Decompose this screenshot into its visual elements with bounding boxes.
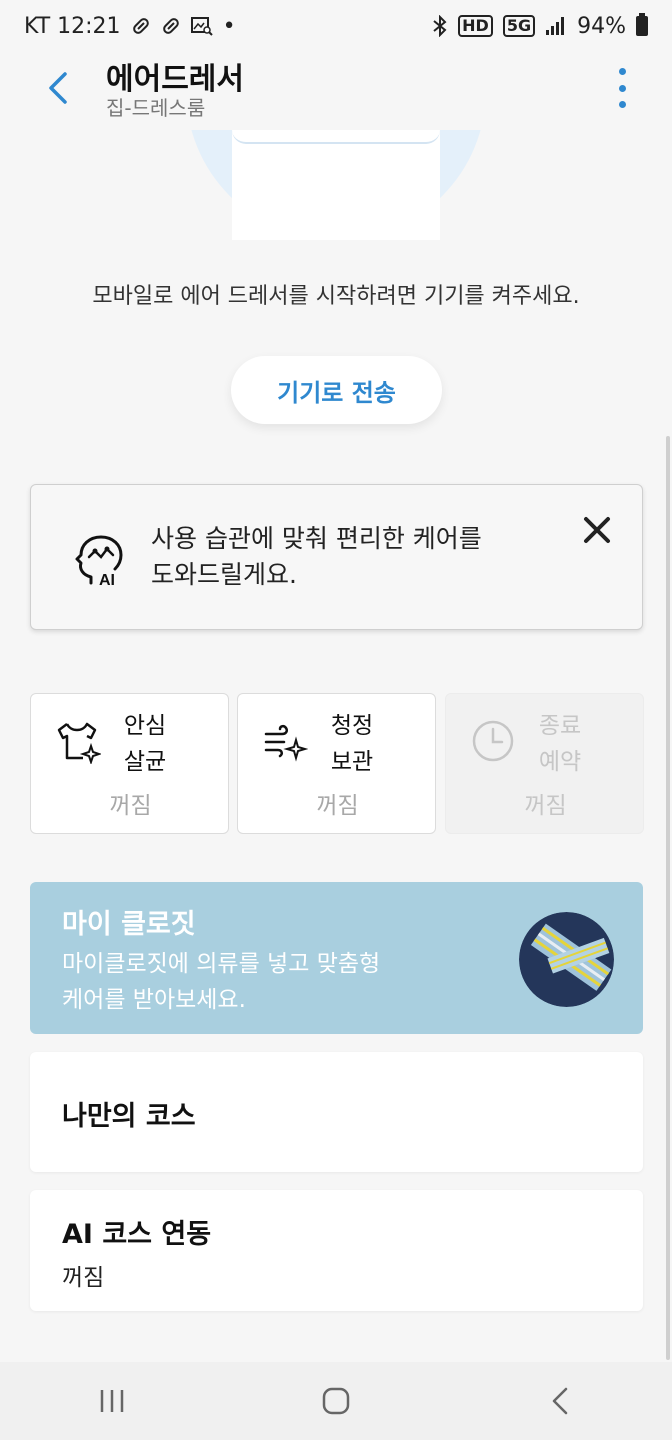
device-top-edge (232, 130, 440, 144)
tile-state: 꺼짐 (316, 793, 359, 819)
tile-label-line1: 종료 (538, 713, 582, 739)
ai-course-item[interactable]: AI 코스 연동 꺼짐 (30, 1190, 643, 1311)
tile-state: 꺼짐 (109, 793, 152, 819)
tile-state: 꺼짐 (524, 793, 567, 819)
tile-label: 종료 예약 (526, 708, 594, 780)
ai-text-line1: 사용 습관에 맞춰 편리한 케어를 (151, 524, 482, 553)
ai-suggestion-text: 사용 습관에 맞춰 편리한 케어를 도와드릴게요. (151, 521, 551, 593)
shirt-sparkle-icon (57, 722, 101, 764)
scrollbar[interactable] (666, 436, 670, 1360)
close-icon[interactable] (580, 513, 614, 547)
tile-clean-storage[interactable]: 청정 보관 꺼짐 (237, 693, 436, 834)
carrier-time: KT 12:21 (24, 13, 121, 39)
closet-desc-line2: 케어를 받아보세요. (62, 987, 246, 1013)
capsule-icon (132, 18, 149, 34)
tile-label-line2: 예약 (538, 749, 582, 775)
my-course-title: 나만의 코스 (62, 1101, 196, 1132)
tile-label-line1: 청정 (330, 713, 374, 739)
recent-apps-icon (100, 1390, 124, 1412)
closet-title: 마이 클로짓 (62, 909, 196, 940)
wind-sparkle-icon (264, 724, 308, 762)
app-header: 에어드레서 집-드레스룸 (0, 52, 672, 130)
battery-percent: 94% (577, 13, 626, 39)
ai-text-line2: 도와드릴게요. (151, 560, 297, 589)
tile-label-line1: 안심 (123, 713, 167, 739)
back-button[interactable] (36, 66, 80, 110)
tile-off-timer[interactable]: 종료 예약 꺼짐 (445, 693, 644, 834)
my-closet-banner[interactable]: 마이 클로짓 마이클로짓에 의류를 넣고 맞춤형 케어를 받아보세요. (30, 882, 643, 1034)
closet-description: 마이클로짓에 의류를 넣고 맞춤형 케어를 받아보세요. (62, 946, 482, 1018)
tile-label-line2: 보관 (330, 749, 374, 775)
notification-dot: • (222, 13, 236, 39)
ai-suggestion-card: AI 사용 습관에 맞춰 편리한 케어를 도와드릴게요. (30, 484, 643, 630)
signal-icon (546, 17, 565, 35)
tile-label: 청정 보관 (318, 708, 386, 780)
more-dot (618, 84, 626, 92)
page-subtitle: 집-드레스룸 (106, 96, 206, 120)
clock-icon (472, 720, 514, 762)
tile-label: 안심 살균 (111, 708, 179, 780)
network-type: 5G (502, 15, 536, 37)
my-course-item[interactable]: 나만의 코스 (30, 1052, 643, 1172)
svg-text:AI: AI (99, 572, 115, 589)
more-dot (618, 68, 626, 75)
necktie-photo (519, 912, 614, 1007)
more-options-button[interactable] (612, 68, 632, 108)
device-body (232, 130, 440, 240)
recent-apps-button[interactable] (82, 1371, 142, 1431)
status-left: KT 12:21 • (24, 14, 236, 39)
tile-sterilize[interactable]: 안심 살균 꺼짐 (30, 693, 229, 834)
more-dot (618, 101, 626, 108)
closet-desc-line1: 마이클로짓에 의류를 넣고 맞춤형 (62, 951, 381, 977)
ai-course-state: 꺼짐 (62, 1265, 105, 1291)
ai-head-icon: AI (75, 535, 123, 589)
bluetooth-icon (433, 15, 447, 37)
ai-course-title: AI 코스 연동 (62, 1219, 212, 1250)
capsule-icon (162, 18, 179, 34)
tile-label-line2: 살균 (123, 749, 167, 775)
device-illustration (0, 130, 672, 240)
send-to-device-button[interactable]: 기기로 전송 (231, 356, 442, 424)
back-nav-button[interactable] (530, 1371, 590, 1431)
status-right: HD 5G 94% (432, 13, 648, 39)
battery-icon (636, 13, 648, 36)
home-icon (322, 1387, 350, 1415)
system-nav-bar (0, 1362, 672, 1440)
power-on-hint: 모바일로 에어 드레서를 시작하려면 기기를 켜주세요. (92, 284, 580, 309)
image-search-icon (190, 17, 213, 36)
chevron-left-icon (49, 72, 67, 104)
hd-voice-icon: HD (458, 15, 493, 37)
chevron-left-icon (552, 1387, 568, 1415)
status-bar: KT 12:21 • HD 5G 94% (0, 0, 672, 52)
home-button[interactable] (306, 1371, 366, 1431)
